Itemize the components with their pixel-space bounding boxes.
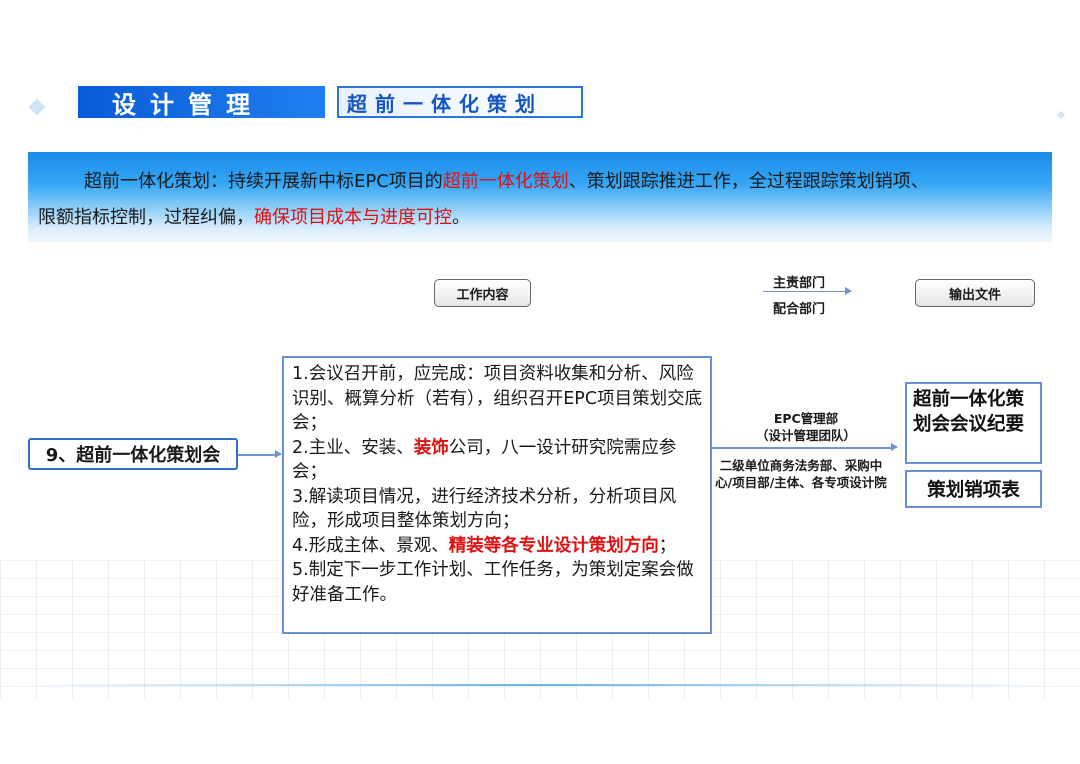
- banner-text-4: 。: [452, 207, 470, 228]
- lead-dept-text: EPC管理部 （设计管理团队）: [716, 410, 896, 444]
- work-content-box: 1.会议召开前，应完成：项目资料收集和分析、风险识别、概算分析（若有），组织召开…: [282, 356, 712, 634]
- content-line-2: 2.主业、安装、装饰公司，八一设计研究院需应参会；: [292, 436, 704, 485]
- content-line-4a: 4.形成主体、景观、: [292, 535, 449, 556]
- connector-left: [238, 454, 276, 456]
- content-line-4c: ；: [658, 535, 677, 556]
- content-line-4-highlight: 精装等各专业设计策划方向: [448, 535, 659, 556]
- lead-dept-line-2: （设计管理团队）: [755, 428, 856, 443]
- diamond-small-decoration-icon: [1056, 110, 1066, 120]
- legend-work-content: 工作内容: [434, 279, 531, 307]
- page-subtitle: 超前一体化策划: [337, 86, 583, 118]
- legend-arrow-icon: [845, 287, 852, 295]
- output-doc-checklist: 策划销项表: [905, 470, 1042, 508]
- banner-highlight-2: 确保项目成本与进度可控: [254, 207, 452, 228]
- content-line-2a: 2.主业、安装、: [292, 437, 414, 458]
- banner-text-2: 、策划跟踪推进工作，全过程跟踪策划销项、: [568, 171, 929, 192]
- lead-dept-line-1: EPC管理部: [773, 411, 839, 426]
- banner-highlight-1: 超前一体化策划: [442, 171, 569, 192]
- output-doc-meeting-minutes: 超前一体化策划会会议纪要: [905, 382, 1042, 464]
- content-line-5: 5.制定下一步工作计划、工作任务，为策划定案会做好准备工作。: [292, 560, 694, 605]
- content-line-2-highlight: 装饰: [413, 437, 449, 458]
- content-line-4: 4.形成主体、景观、精装等各专业设计策划方向；: [292, 534, 704, 559]
- process-item-box: 9、超前一体化策划会: [28, 438, 238, 470]
- diamond-decoration-icon: [28, 98, 46, 116]
- legend-support-dept: 配合部门: [773, 302, 826, 317]
- floor-line: [18, 684, 1054, 686]
- connector-left-arrow-icon: [275, 450, 282, 458]
- legend-arrow-line: [763, 291, 845, 292]
- summary-banner: 超前一体化策划：持续开展新中标EPC项目的超前一体化策划、策划跟踪推进工作，全过…: [28, 152, 1052, 242]
- connector-right: [712, 447, 892, 449]
- banner-text-3: 限额指标控制，过程纠偏，: [38, 207, 254, 228]
- page-title: 设计管理: [78, 86, 325, 119]
- banner-text-1: 超前一体化策划：持续开展新中标EPC项目的: [84, 171, 443, 192]
- connector-right-arrow-icon: [891, 443, 898, 451]
- legend-output: 输出文件: [915, 279, 1035, 307]
- content-line-3: 3.解读项目情况，进行经济技术分析，分析项目风险，形成项目整体策划方向；: [292, 486, 677, 532]
- legend-lead-dept: 主责部门: [773, 276, 826, 291]
- content-line-1: 1.会议召开前，应完成：项目资料收集和分析、风险识别、概算分析（若有），组织召开…: [292, 364, 703, 433]
- support-dept-text: 二级单位商务法务部、采购中心/项目部/主体、各专项设计院: [715, 458, 887, 490]
